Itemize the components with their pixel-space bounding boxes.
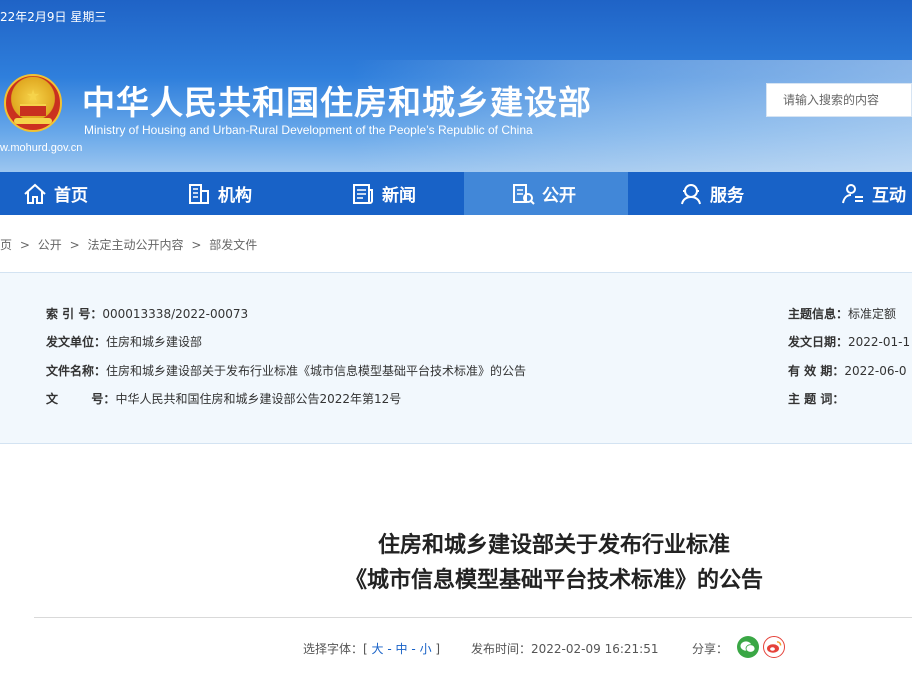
wechat-share-icon[interactable] (737, 636, 759, 658)
nav-label-interaction: 互动 (872, 186, 906, 206)
info-index-value: 000013338/2022-00073 (102, 307, 249, 321)
info-docno-label: 文 号： (46, 392, 116, 406)
site-title[interactable]: 中华人民共和国住房和城乡建设部 (82, 76, 592, 124)
info-topic-label: 主题信息： (788, 307, 849, 321)
breadcrumb-item-documents[interactable]: 部发文件 (209, 238, 257, 252)
nav-label-organization: 机构 (218, 186, 252, 206)
national-emblem-icon: ★ (4, 74, 62, 132)
share-label: 分享： (692, 642, 729, 656)
breadcrumb-separator: > (191, 238, 202, 252)
search-box[interactable] (766, 83, 912, 117)
info-issuer: 发文单位：住房和城乡建设部 (46, 333, 202, 350)
info-valid: 有 效 期：2022-06-0 (788, 362, 906, 379)
article-title-line2: 《城市信息模型基础平台技术标准》的公告 (344, 568, 763, 593)
info-filename: 文件名称：住房和城乡建设部关于发布行业标准《城市信息模型基础平台技术标准》的公告 (46, 362, 526, 379)
breadcrumb-item-statutory[interactable]: 法定主动公开内容 (87, 238, 183, 252)
nav-item-organization[interactable]: 机构 (186, 172, 252, 215)
news-icon (353, 183, 373, 204)
info-index-label: 索 引 号： (46, 307, 103, 321)
font-bracket-open: [ (363, 642, 368, 656)
nav-label-home: 首页 (54, 186, 88, 206)
breadcrumb-separator: > (19, 238, 30, 252)
info-valid-value: 2022-06-0 (844, 364, 907, 378)
info-issue-date-value: 2022-01-1 (848, 335, 911, 349)
info-docno-value: 中华人民共和国住房和城乡建设部公告2022年第12号 (115, 392, 402, 406)
publish-time-label: 发布时间： (471, 642, 532, 656)
info-docno: 文 号：中华人民共和国住房和城乡建设部公告2022年第12号 (46, 390, 401, 407)
font-size-separator: - (411, 642, 416, 656)
publish-time: 发布时间：2022-02-09 16:21:51 (471, 640, 658, 657)
font-size-large-button[interactable]: 大 (372, 642, 384, 656)
home-icon (24, 183, 46, 204)
info-topic: 主题信息：标准定额 (788, 305, 896, 322)
nav-item-interaction[interactable]: 互动 (840, 172, 906, 215)
font-size-medium-button[interactable]: 中 (396, 642, 408, 656)
info-issue-date-label: 发文日期： (788, 335, 849, 349)
info-valid-label: 有 效 期： (788, 364, 845, 378)
building-icon (189, 183, 209, 204)
font-size-selector: 选择字体：[ 大 - 中 - 小 ] (303, 640, 440, 657)
disclosure-icon (513, 183, 535, 205)
font-size-label: 选择字体： (303, 642, 364, 656)
nav-item-service[interactable]: 服务 (678, 172, 744, 215)
nav-label-service: 服务 (710, 186, 744, 206)
info-keywords-label: 主 题 词： (788, 392, 845, 406)
nav-item-news[interactable]: 新闻 (350, 172, 416, 215)
font-size-small-button[interactable]: 小 (420, 642, 432, 656)
publish-time-value: 2022-02-09 16:21:51 (531, 642, 659, 656)
breadcrumb-home[interactable]: 页 (0, 238, 12, 252)
info-issuer-value: 住房和城乡建设部 (106, 335, 203, 349)
service-icon (681, 183, 701, 204)
info-issuer-label: 发文单位： (46, 335, 107, 349)
document-info-panel: 索 引 号：000013338/2022-00073 发文单位：住房和城乡建设部… (0, 272, 912, 444)
info-filename-value: 住房和城乡建设部关于发布行业标准《城市信息模型基础平台技术标准》的公告 (106, 364, 527, 378)
font-bracket-close: ] (435, 642, 441, 656)
info-filename-label: 文件名称： (46, 364, 107, 378)
nav-item-home[interactable]: 首页 (22, 172, 88, 215)
interaction-icon (842, 183, 863, 203)
title-divider (34, 617, 912, 618)
site-title-english: Ministry of Housing and Urban-Rural Deve… (84, 123, 533, 137)
site-header: 22年2月9日 星期三 ★ 中华人民共和国住房和城乡建设部 Ministry o… (0, 0, 912, 172)
weibo-share-icon[interactable] (763, 636, 785, 658)
info-keywords: 主 题 词： (788, 390, 844, 407)
nav-item-disclosure[interactable]: 公开 (464, 172, 628, 215)
site-url: w.mohurd.gov.cn (0, 142, 83, 154)
nav-label-news: 新闻 (382, 186, 416, 206)
info-index: 索 引 号：000013338/2022-00073 (46, 305, 248, 322)
breadcrumb-separator: > (69, 238, 80, 252)
current-date: 22年2月9日 星期三 (0, 10, 107, 24)
info-issue-date: 发文日期：2022-01-1 (788, 333, 910, 350)
breadcrumb-item-disclosure[interactable]: 公开 (38, 238, 62, 252)
main-nav: 首页 机构 新闻 公开 服务 互动 (0, 172, 912, 215)
article-title-line1: 住房和城乡建设部关于发布行业标准 (377, 533, 730, 558)
info-topic-value: 标准定额 (848, 307, 897, 321)
search-input[interactable] (767, 84, 911, 116)
font-size-separator: - (387, 642, 392, 656)
nav-label-disclosure: 公开 (542, 186, 576, 206)
breadcrumb: 页 > 公开 > 法定主动公开内容 > 部发文件 (0, 236, 261, 253)
